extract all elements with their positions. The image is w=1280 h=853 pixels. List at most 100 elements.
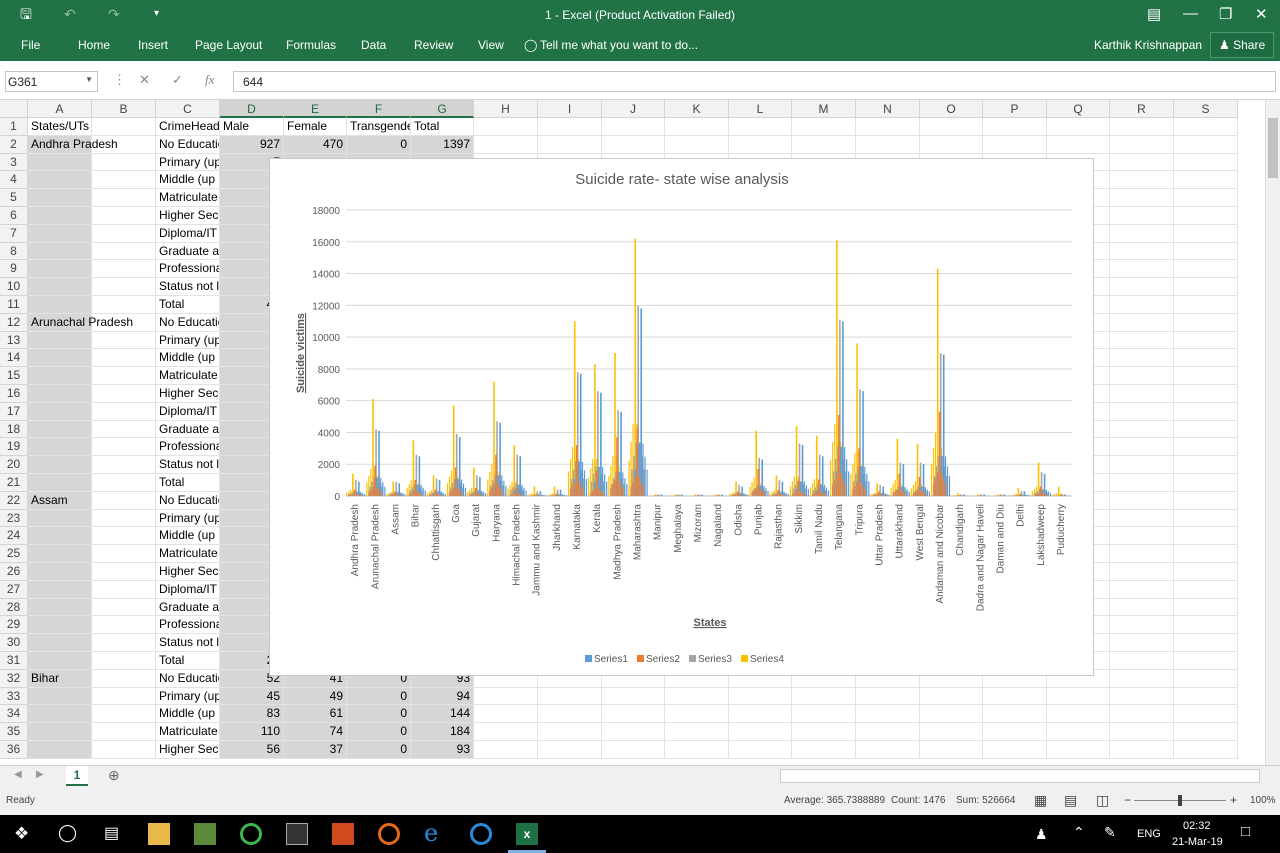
grid-cell[interactable]: [92, 741, 156, 759]
grid-cell[interactable]: [1174, 153, 1238, 172]
grid-cell[interactable]: [1174, 527, 1238, 546]
grid-cell[interactable]: [1174, 705, 1238, 724]
grid-cell[interactable]: [1110, 563, 1174, 581]
grid-cell[interactable]: [920, 705, 983, 724]
tab-data[interactable]: Data: [361, 38, 386, 52]
grid-cell[interactable]: [28, 349, 92, 368]
grid-cell[interactable]: [1174, 598, 1238, 617]
file-explorer-icon[interactable]: [148, 823, 170, 845]
grid-cell[interactable]: [1174, 723, 1238, 741]
grid-cell[interactable]: [1110, 313, 1174, 332]
grid-cell[interactable]: 110: [220, 723, 284, 741]
grid-cell[interactable]: [1174, 687, 1238, 706]
column-header[interactable]: S: [1174, 100, 1238, 118]
grid-cell[interactable]: Primary (up: [156, 687, 220, 706]
grid-cell[interactable]: [1047, 687, 1110, 706]
grid-cell[interactable]: [1110, 207, 1174, 225]
grid-cell[interactable]: [920, 741, 983, 759]
grid-cell[interactable]: No Educatio: [156, 491, 220, 510]
terminal-icon[interactable]: [286, 823, 308, 845]
grid-cell[interactable]: [1174, 313, 1238, 332]
grid-cell[interactable]: [1174, 580, 1238, 599]
row-header[interactable]: 4: [0, 171, 28, 190]
row-header[interactable]: 9: [0, 260, 28, 279]
chart[interactable]: Suicide rate- state wise analysis 0 2000 40…: [269, 158, 1094, 676]
grid-cell[interactable]: [1110, 616, 1174, 635]
grid-cell[interactable]: [28, 634, 92, 652]
grid-cell[interactable]: [92, 118, 156, 136]
grid-cell[interactable]: [1110, 527, 1174, 546]
grid-cell[interactable]: [1174, 224, 1238, 243]
row-header[interactable]: 29: [0, 616, 28, 635]
row-header[interactable]: 27: [0, 580, 28, 599]
grid-cell[interactable]: [92, 153, 156, 172]
grid-cell[interactable]: [28, 652, 92, 670]
column-header[interactable]: R: [1110, 100, 1174, 118]
row-header[interactable]: 3: [0, 153, 28, 172]
grid-cell[interactable]: [1174, 545, 1238, 563]
grid-cell[interactable]: [1110, 420, 1174, 439]
grid-cell[interactable]: [92, 349, 156, 368]
grid-cell[interactable]: [92, 491, 156, 510]
grid-cell[interactable]: [1174, 260, 1238, 279]
grid-cell[interactable]: [856, 741, 920, 759]
row-header[interactable]: 34: [0, 705, 28, 724]
grid-cell[interactable]: 927: [220, 135, 284, 154]
minimize-icon[interactable]: —: [1183, 5, 1198, 22]
share-button[interactable]: ♟ Share: [1210, 32, 1274, 58]
grid-cell[interactable]: [792, 687, 856, 706]
grid-cell[interactable]: Middle (up: [156, 527, 220, 546]
edge-browser-icon[interactable]: e: [424, 819, 438, 847]
grid-cell[interactable]: [920, 687, 983, 706]
grid-cell[interactable]: [538, 118, 602, 136]
row-header[interactable]: 25: [0, 545, 28, 563]
row-header[interactable]: 32: [0, 669, 28, 688]
column-header[interactable]: G: [411, 100, 474, 118]
grid-cell[interactable]: [92, 705, 156, 724]
row-header[interactable]: 28: [0, 598, 28, 617]
grid-cell[interactable]: [1110, 705, 1174, 724]
grid-cell[interactable]: 0: [347, 687, 411, 706]
grid-cell[interactable]: [792, 135, 856, 154]
grid-cell[interactable]: [28, 580, 92, 599]
grid-cell[interactable]: [92, 331, 156, 350]
grid-cell[interactable]: [538, 705, 602, 724]
grid-cell[interactable]: [1174, 456, 1238, 474]
grid-cell[interactable]: [28, 616, 92, 635]
grid-cell[interactable]: [1174, 438, 1238, 457]
grid-cell[interactable]: [1110, 652, 1174, 670]
column-header[interactable]: K: [665, 100, 729, 118]
grid-cell[interactable]: [665, 135, 729, 154]
grid-cell[interactable]: Diploma/IT: [156, 402, 220, 421]
grid-cell[interactable]: [665, 741, 729, 759]
grid-cell[interactable]: [1047, 741, 1110, 759]
grid-cell[interactable]: [1174, 741, 1238, 759]
grid-cell[interactable]: [92, 456, 156, 474]
column-header[interactable]: H: [474, 100, 538, 118]
grid-cell[interactable]: [665, 723, 729, 741]
grid-cell[interactable]: [1110, 278, 1174, 296]
grid-cell[interactable]: [856, 723, 920, 741]
grid-cell[interactable]: [28, 438, 92, 457]
grid-cell[interactable]: [1174, 616, 1238, 635]
grid-cell[interactable]: [665, 705, 729, 724]
row-header[interactable]: 14: [0, 349, 28, 368]
grid-cell[interactable]: [92, 669, 156, 688]
grid-cell[interactable]: 93: [411, 741, 474, 759]
grid-cell[interactable]: Graduate a: [156, 598, 220, 617]
grid-cell[interactable]: [28, 171, 92, 190]
grid-cell[interactable]: [92, 367, 156, 385]
grid-cell[interactable]: [28, 456, 92, 474]
column-header[interactable]: B: [92, 100, 156, 118]
grid-cell[interactable]: [92, 171, 156, 190]
sheet-tab-1[interactable]: 1: [66, 766, 88, 786]
grid-cell[interactable]: [538, 687, 602, 706]
grid-cell[interactable]: [474, 705, 538, 724]
grid-cell[interactable]: [28, 527, 92, 546]
grid-cell[interactable]: [28, 189, 92, 207]
grid-cell[interactable]: [920, 118, 983, 136]
grid-cell[interactable]: Higher Seco: [156, 385, 220, 403]
grid-cell[interactable]: 0: [347, 135, 411, 154]
grid-cell[interactable]: [28, 207, 92, 225]
grid-cell[interactable]: [28, 385, 92, 403]
